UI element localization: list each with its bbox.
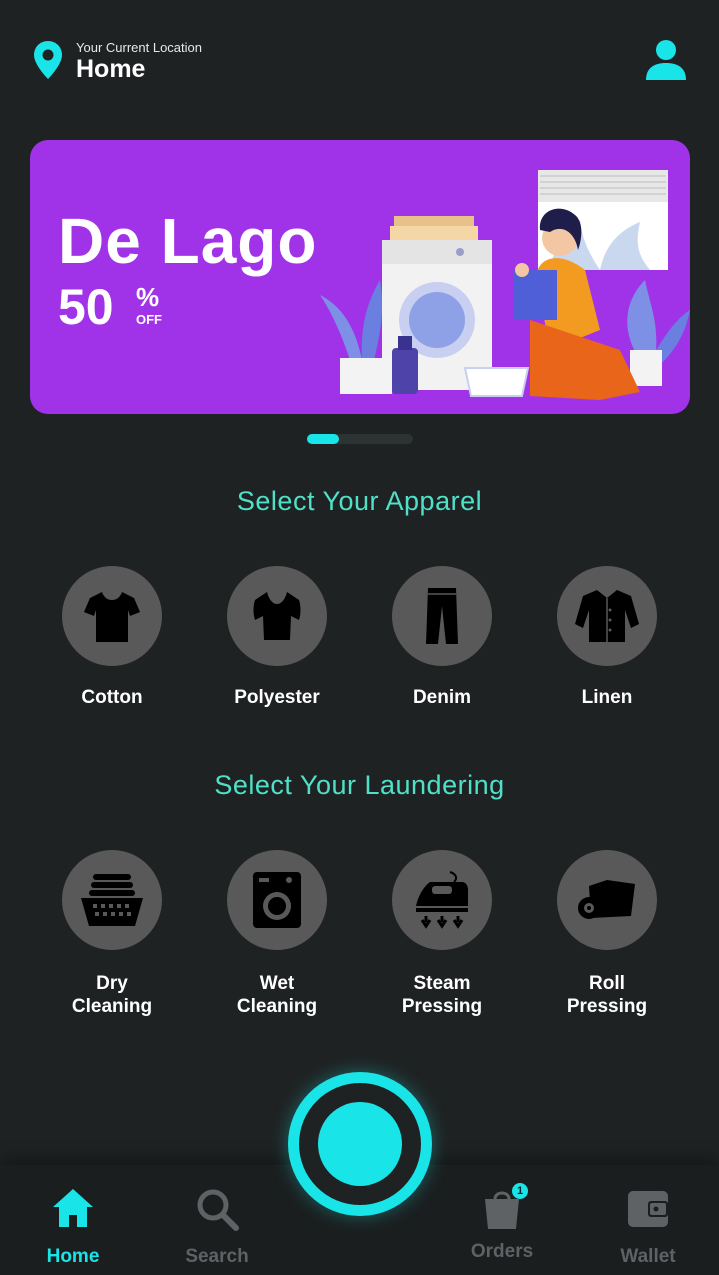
laundering-icon-circle	[227, 850, 327, 950]
laundering-icon-circle	[557, 850, 657, 950]
record-button-icon[interactable]	[288, 1072, 432, 1216]
apparel-polyester[interactable]: Polyester	[207, 566, 347, 709]
wallet-icon	[628, 1191, 668, 1227]
steam-iron-icon	[416, 871, 468, 929]
apparel-icon-circle	[557, 566, 657, 666]
apparel-label: Cotton	[81, 687, 143, 708]
shopping-bag-icon-wrap: 1	[478, 1183, 528, 1233]
laundering-roll-pressing[interactable]: Roll Pressing	[537, 850, 677, 1018]
banner-discount-number: 50	[58, 279, 114, 335]
shirt-icon	[575, 590, 639, 642]
home-icon	[53, 1189, 93, 1227]
map-pin-icon[interactable]	[33, 40, 63, 80]
laundering-wet-cleaning[interactable]: Wet Cleaning	[207, 850, 347, 1018]
apparel-icon-circle	[62, 566, 162, 666]
laundering-label-line1: Wet	[259, 973, 295, 994]
laundering-icon-circle	[392, 850, 492, 950]
promo-banner[interactable]: De Lago 50 % OFF	[30, 140, 690, 414]
laundering-dry-cleaning[interactable]: Dry Cleaning	[42, 850, 182, 1018]
user-icon[interactable]	[644, 38, 688, 82]
laundering-label-line2: Cleaning	[71, 996, 153, 1017]
carousel-indicator[interactable]	[307, 434, 413, 444]
record-button-core	[318, 1102, 402, 1186]
laundering-section-title: Select Your Laundering	[214, 770, 505, 800]
apparel-icon-circle	[227, 566, 327, 666]
location-title[interactable]: Home	[76, 55, 145, 84]
nav-label: Orders	[470, 1241, 534, 1262]
washing-machine-icon	[253, 872, 301, 928]
nav-label: Search	[185, 1246, 249, 1267]
orders-badge: 1	[512, 1183, 528, 1199]
banner-discount-symbol: %	[136, 282, 160, 312]
nav-wallet[interactable]: Wallet	[588, 1185, 708, 1268]
apparel-linen[interactable]: Linen	[537, 566, 677, 709]
apparel-denim[interactable]: Denim	[372, 566, 512, 709]
apparel-section-title: Select Your Apparel	[236, 486, 483, 516]
laundering-label-line1: Roll	[589, 973, 625, 994]
header: Your Current Location Home	[0, 0, 719, 120]
nav-label: Home	[46, 1246, 100, 1267]
apparel-label: Linen	[581, 687, 633, 708]
banner-discount-suffix: OFF	[136, 312, 162, 327]
laundering-label-line1: Steam	[413, 973, 471, 994]
laundering-label-line2: Pressing	[401, 996, 483, 1017]
laundering-label-line2: Cleaning	[236, 996, 318, 1017]
nav-orders[interactable]: 1 Orders	[442, 1183, 562, 1263]
nav-home[interactable]: Home	[13, 1185, 133, 1268]
apparel-label: Polyester	[234, 687, 320, 708]
laundering-label-line1: Dry	[96, 973, 128, 994]
laundering-icon-circle	[62, 850, 162, 950]
nav-label: Wallet	[620, 1246, 676, 1267]
pants-icon	[426, 588, 458, 644]
apparel-icon-circle	[392, 566, 492, 666]
blouse-icon	[253, 592, 301, 640]
apparel-cotton[interactable]: Cotton	[42, 566, 182, 709]
carousel-active-dot	[307, 434, 339, 444]
laundering-label-line2: Pressing	[566, 996, 648, 1017]
nav-search[interactable]: Search	[157, 1185, 277, 1268]
banner-brand: De Lago	[58, 205, 318, 277]
search-icon	[197, 1189, 239, 1231]
laundering-steam-pressing[interactable]: Steam Pressing	[372, 850, 512, 1018]
laundry-illustration	[320, 170, 690, 400]
location-caption: Your Current Location	[76, 40, 202, 55]
tshirt-icon	[84, 592, 140, 642]
fabric-roll-icon	[578, 880, 635, 919]
apparel-label: Denim	[412, 687, 472, 708]
laundry-basket-icon	[81, 874, 143, 926]
